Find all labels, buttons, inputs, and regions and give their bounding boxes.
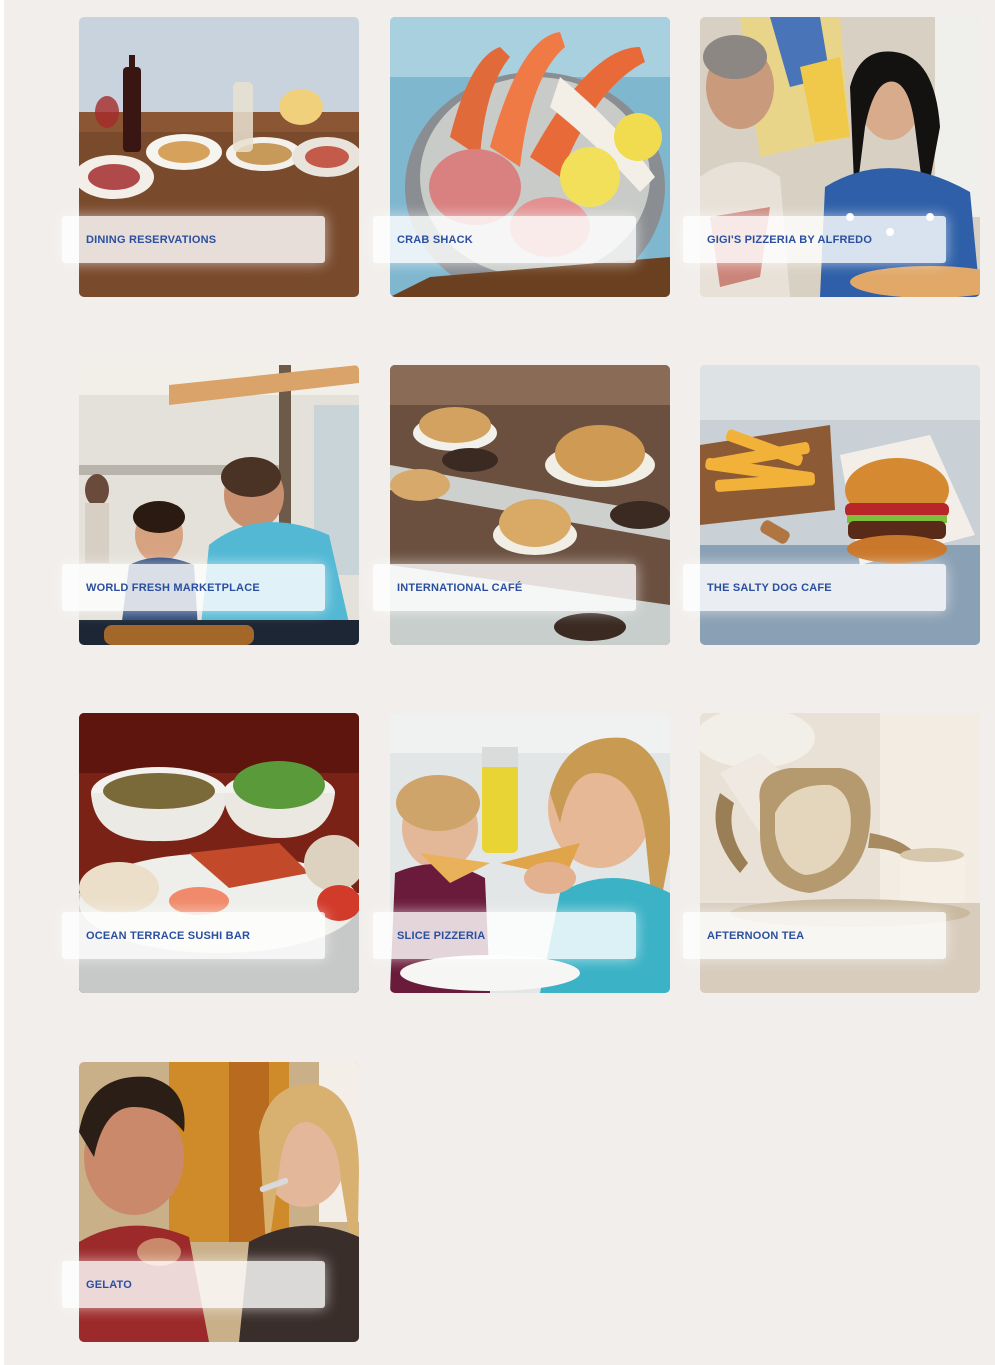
tile-label: THE SALTY DOG CAFE <box>683 564 946 611</box>
tile-label: GELATO <box>62 1261 325 1308</box>
tile-slice-pizzeria[interactable]: SLICE PIZZERIA <box>373 713 670 993</box>
tile-gigis-pizzeria[interactable]: GIGI'S PIZZERIA BY ALFREDO <box>683 17 980 297</box>
tile-salty-dog-cafe[interactable]: THE SALTY DOG CAFE <box>683 365 980 645</box>
tile-dining-reservations[interactable]: DINING RESERVATIONS <box>62 17 359 297</box>
page-left-edge <box>0 0 4 1365</box>
tile-gelato[interactable]: GELATO <box>62 1062 359 1342</box>
tile-label: SLICE PIZZERIA <box>373 912 636 959</box>
tile-label: INTERNATIONAL CAFÉ <box>373 564 636 611</box>
tile-ocean-terrace-sushi-bar[interactable]: OCEAN TERRACE SUSHI BAR <box>62 713 359 993</box>
tile-label: DINING RESERVATIONS <box>62 216 325 263</box>
tile-label: CRAB SHACK <box>373 216 636 263</box>
tile-afternoon-tea[interactable]: AFTERNOON TEA <box>683 713 980 993</box>
tile-crab-shack[interactable]: CRAB SHACK <box>373 17 670 297</box>
tile-label: GIGI'S PIZZERIA BY ALFREDO <box>683 216 946 263</box>
tile-world-fresh-marketplace[interactable]: WORLD FRESH MARKETPLACE <box>62 365 359 645</box>
tile-label: WORLD FRESH MARKETPLACE <box>62 564 325 611</box>
tile-label: OCEAN TERRACE SUSHI BAR <box>62 912 325 959</box>
tile-label: AFTERNOON TEA <box>683 912 946 959</box>
tile-international-cafe[interactable]: INTERNATIONAL CAFÉ <box>373 365 670 645</box>
